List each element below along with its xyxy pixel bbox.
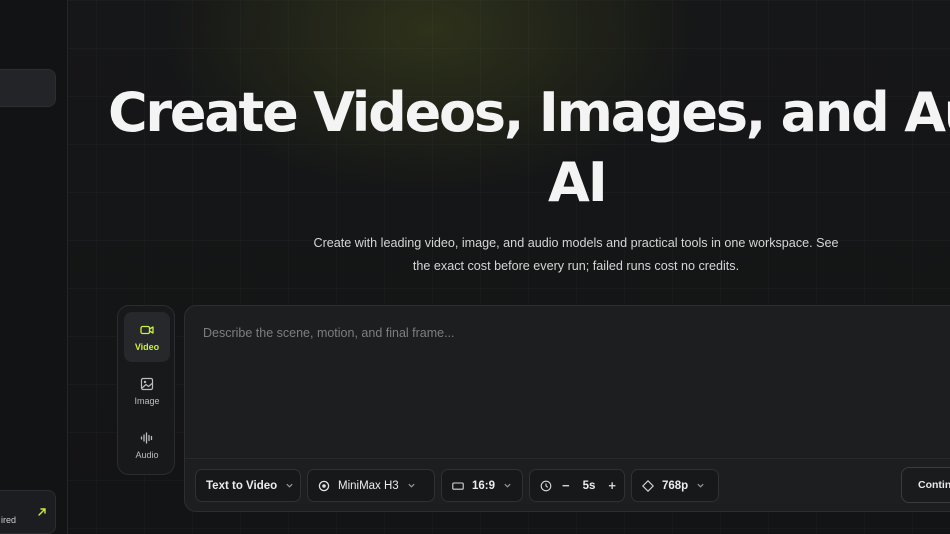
sidebar-card-label: ired [1, 515, 17, 525]
diamond-icon [642, 479, 654, 492]
hero-title-line-2: AI [548, 151, 608, 214]
sidebar-account-card[interactable]: ired [0, 490, 56, 534]
duration-increase-button[interactable]: + [604, 478, 620, 493]
task-type-select[interactable]: Text to Video [195, 469, 301, 502]
clock-icon [540, 480, 552, 491]
composer-divider [185, 458, 950, 459]
sidebar-nav-item[interactable] [0, 69, 56, 107]
aspect-ratio-icon [452, 481, 464, 490]
task-type-value: Text to Video [206, 479, 278, 492]
resolution-select[interactable]: 768p [631, 469, 719, 502]
duration-value: 5s [582, 479, 596, 492]
model-logo-icon [318, 480, 330, 491]
chevron-down-icon [697, 483, 704, 488]
chevron-down-icon [408, 483, 415, 488]
hero-subtitle: Create with leading video, image, and au… [300, 232, 852, 278]
arrow-up-right-icon [38, 508, 46, 516]
audio-wave-icon [140, 431, 153, 444]
mode-switcher: Video Image Audio [117, 305, 175, 475]
prompt-input[interactable] [203, 326, 943, 456]
mode-audio[interactable]: Audio [124, 420, 170, 470]
mode-video[interactable]: Video [124, 312, 170, 362]
hero-subtitle-line-2: the exact cost before every run; failed … [412, 259, 740, 273]
duration-decrease-button[interactable]: − [558, 478, 574, 493]
mode-video-label: Video [134, 341, 160, 352]
model-value: MiniMax H3 [338, 479, 399, 492]
mode-image-label: Image [134, 395, 160, 406]
continue-button[interactable]: Continue [901, 467, 950, 503]
chevron-down-icon [504, 483, 511, 488]
hero-subtitle-line-1: Create with leading video, image, and au… [313, 236, 839, 250]
page: ired Create Videos, Images, and Audio wi… [0, 0, 950, 534]
video-icon [140, 325, 154, 334]
hero-title: Create Videos, Images, and Audio with [108, 81, 950, 144]
model-select[interactable]: MiniMax H3 [307, 469, 435, 502]
prompt-composer: Text to Video MiniMax H3 16:9 [184, 305, 950, 512]
resolution-value: 768p [662, 479, 689, 492]
chevron-down-icon [286, 483, 293, 488]
aspect-ratio-value: 16:9 [472, 479, 496, 492]
image-icon [140, 377, 154, 390]
aspect-ratio-select[interactable]: 16:9 [441, 469, 523, 502]
mode-image[interactable]: Image [124, 366, 170, 416]
duration-stepper: − 5s + [529, 469, 625, 502]
sidebar: ired [0, 0, 68, 534]
mode-audio-label: Audio [135, 449, 159, 460]
